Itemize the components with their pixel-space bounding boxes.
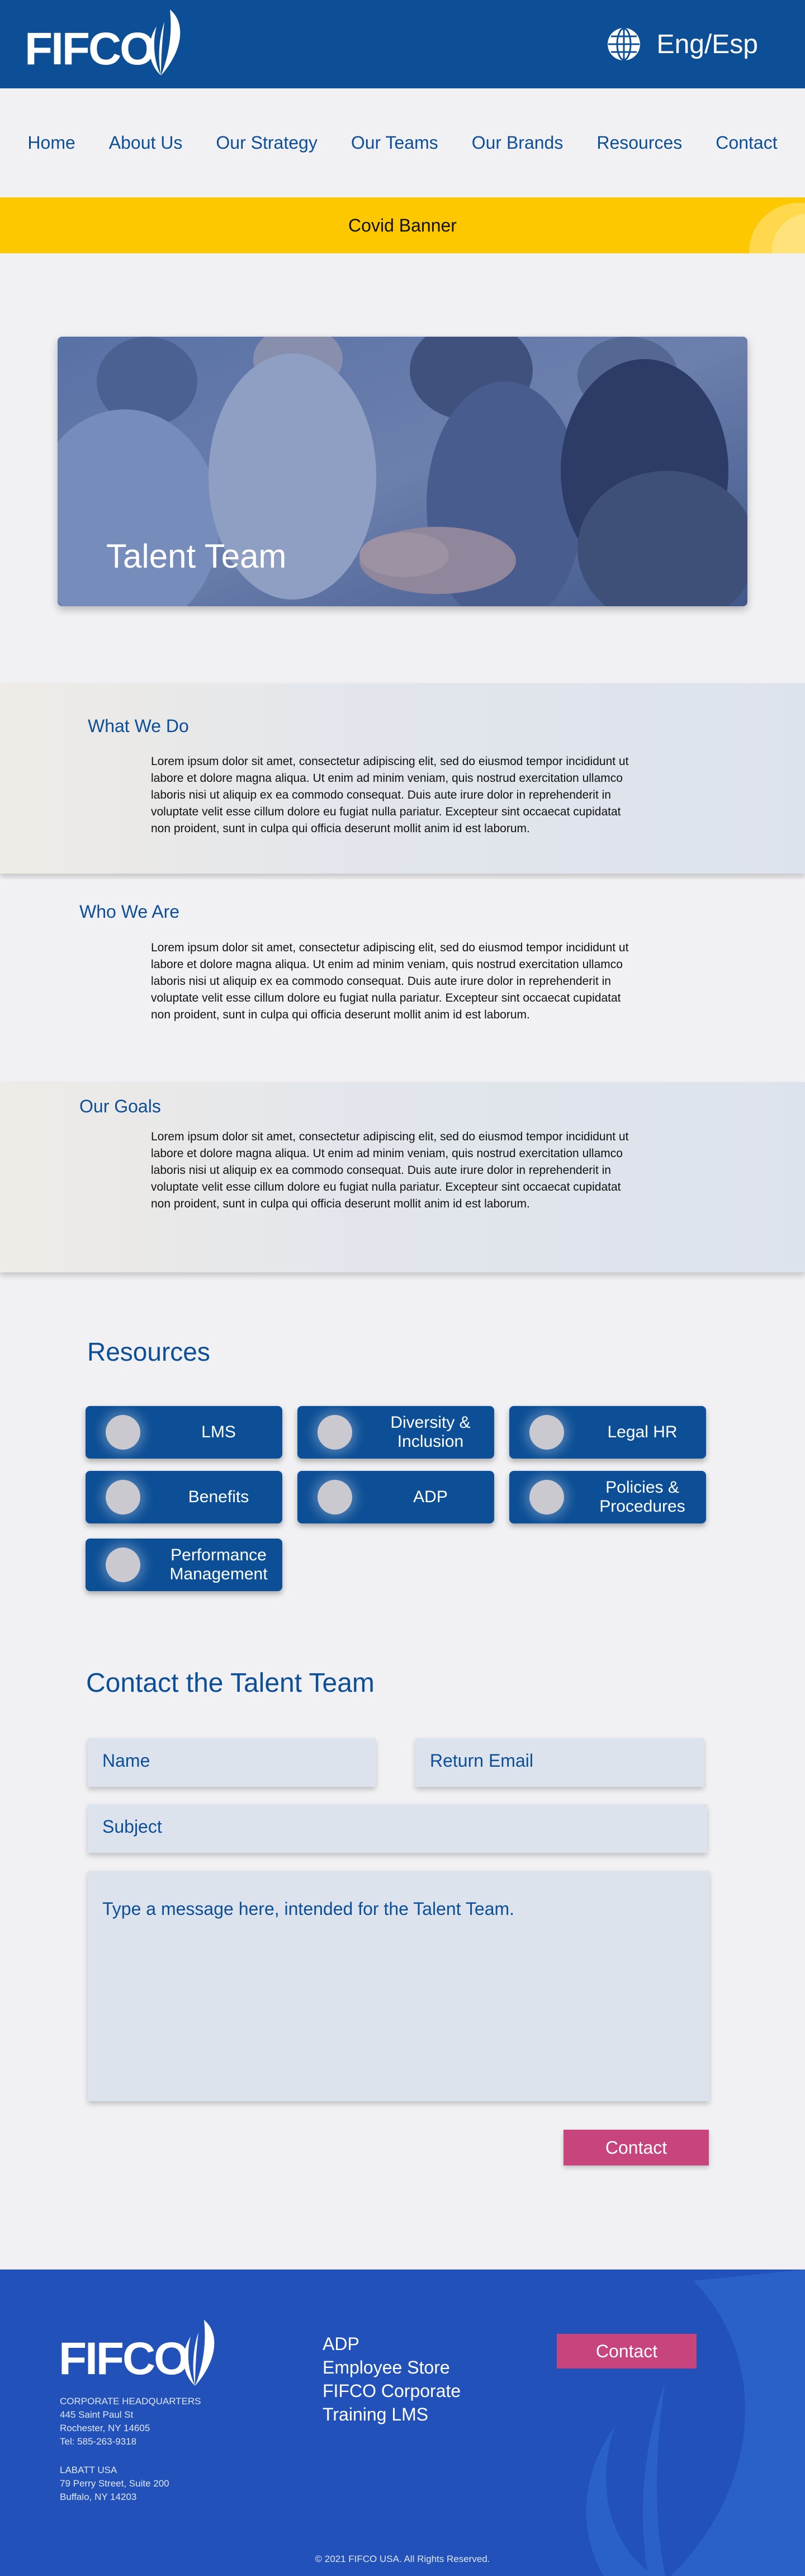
- section-our-goals: Our Goals Lorem ipsum dolor sit amet, co…: [0, 1082, 805, 1272]
- section-body: Lorem ipsum dolor sit amet, consectetur …: [151, 755, 629, 835]
- banner-leaf-decoration: [749, 202, 805, 253]
- resource-label: LMS: [201, 1423, 236, 1441]
- resource-icon: [318, 1415, 352, 1450]
- resource-legal-hr-button[interactable]: Legal HR: [509, 1406, 706, 1459]
- labatt-line: Buffalo, NY 14203: [60, 2492, 137, 2502]
- copyright-text: © 2021 FIFCO USA. All Rights Reserved.: [315, 2554, 490, 2564]
- resource-diversity-button[interactable]: Diversity & Inclusion: [297, 1406, 494, 1459]
- resource-icon: [318, 1480, 352, 1515]
- footer-logo[interactable]: FIFCO: [59, 2315, 226, 2388]
- resource-adp-button[interactable]: ADP: [297, 1471, 494, 1523]
- site-header: FIFCO Eng/Esp: [0, 0, 805, 88]
- nav-home[interactable]: Home: [11, 133, 92, 153]
- hero-title: Talent Team: [106, 537, 287, 575]
- nav-resources[interactable]: Resources: [580, 133, 699, 153]
- footer-link-employee-store[interactable]: Employee Store: [323, 2356, 461, 2379]
- resource-label: ADP: [413, 1488, 448, 1506]
- resource-benefits-button[interactable]: Benefits: [86, 1471, 282, 1523]
- logo-text: FIFCO: [25, 23, 154, 74]
- section-title: Our Goals: [79, 1096, 161, 1116]
- footer-contact-button[interactable]: Contact: [557, 2334, 697, 2369]
- resource-lms-button[interactable]: LMS: [86, 1406, 282, 1459]
- resource-label: Policies & Procedures: [599, 1478, 685, 1516]
- section-title: What We Do: [88, 716, 189, 736]
- nav-our-teams[interactable]: Our Teams: [334, 133, 455, 153]
- resources-title: Resources: [87, 1337, 210, 1366]
- footer-leaf-decoration: [586, 2270, 805, 2576]
- message-textarea[interactable]: Type a message here, intended for the Ta…: [88, 1871, 709, 2101]
- subject-input[interactable]: Subject: [88, 1804, 707, 1853]
- hq-address: CORPORATE HEADQUARTERS 445 Saint Paul St…: [60, 2395, 201, 2448]
- globe-icon: [607, 27, 640, 61]
- main-nav: Home About Us Our Strategy Our Teams Our…: [0, 88, 805, 197]
- language-label: Eng/Esp: [656, 29, 758, 59]
- language-switch[interactable]: Eng/Esp: [607, 27, 758, 62]
- section-title: Who We Are: [79, 902, 180, 922]
- nav-our-brands[interactable]: Our Brands: [455, 133, 580, 153]
- footer-link-training-lms[interactable]: Training LMS: [323, 2403, 461, 2426]
- hq-line: Rochester, NY 14605: [60, 2423, 150, 2433]
- resource-label: Legal HR: [607, 1423, 678, 1441]
- hq-line: CORPORATE HEADQUARTERS: [60, 2396, 201, 2407]
- resource-icon: [529, 1480, 564, 1515]
- resource-label: Diversity & Inclusion: [390, 1413, 471, 1451]
- resource-label: Performance Management: [169, 1546, 268, 1583]
- return-email-input[interactable]: Return Email: [415, 1738, 704, 1787]
- footer-logo-text: FIFCO: [59, 2333, 188, 2384]
- footer-links: ADP Employee Store FIFCO Corporate Train…: [323, 2332, 461, 2426]
- nav-about-us[interactable]: About Us: [92, 133, 200, 153]
- fifco-logo[interactable]: FIFCO: [25, 8, 192, 78]
- resource-icon: [106, 1415, 140, 1450]
- section-what-we-do: What We Do Lorem ipsum dolor sit amet, c…: [0, 683, 805, 874]
- footer-link-adp[interactable]: ADP: [323, 2332, 461, 2356]
- labatt-address: LABATT USA 79 Perry Street, Suite 200 Bu…: [60, 2464, 169, 2504]
- covid-banner-text: Covid Banner: [348, 215, 457, 235]
- resource-policies-button[interactable]: Policies & Procedures: [509, 1471, 706, 1523]
- resource-icon: [529, 1415, 564, 1450]
- covid-banner[interactable]: Covid Banner: [0, 197, 805, 253]
- resource-label: Benefits: [188, 1488, 249, 1506]
- message-placeholder: Type a message here, intended for the Ta…: [102, 1899, 515, 1919]
- section-body: Lorem ipsum dolor sit amet, consectetur …: [151, 1130, 629, 1210]
- contact-title: Contact the Talent Team: [86, 1668, 375, 1698]
- nav-contact[interactable]: Contact: [699, 133, 794, 153]
- contact-submit-button[interactable]: Contact: [564, 2130, 709, 2165]
- footer-link-fifco-corporate[interactable]: FIFCO Corporate: [323, 2379, 461, 2403]
- section-body: Lorem ipsum dolor sit amet, consectetur …: [151, 941, 629, 1021]
- name-placeholder: Name: [102, 1751, 150, 1771]
- name-input[interactable]: Name: [88, 1738, 376, 1787]
- section-who-we-are: Who We Are Lorem ipsum dolor sit amet, c…: [0, 879, 805, 1081]
- resource-icon: [106, 1548, 140, 1582]
- resource-icon: [106, 1480, 140, 1515]
- hq-line: Tel: 585-263-9318: [60, 2436, 137, 2447]
- hero-image: Talent Team: [58, 337, 747, 606]
- labatt-line: 79 Perry Street, Suite 200: [60, 2478, 169, 2489]
- resource-performance-button[interactable]: Performance Management: [86, 1539, 282, 1591]
- subject-placeholder: Subject: [102, 1817, 162, 1837]
- email-placeholder: Return Email: [430, 1751, 533, 1771]
- nav-our-strategy[interactable]: Our Strategy: [199, 133, 334, 153]
- hq-line: 445 Saint Paul St: [60, 2409, 134, 2420]
- labatt-line: LABATT USA: [60, 2465, 117, 2475]
